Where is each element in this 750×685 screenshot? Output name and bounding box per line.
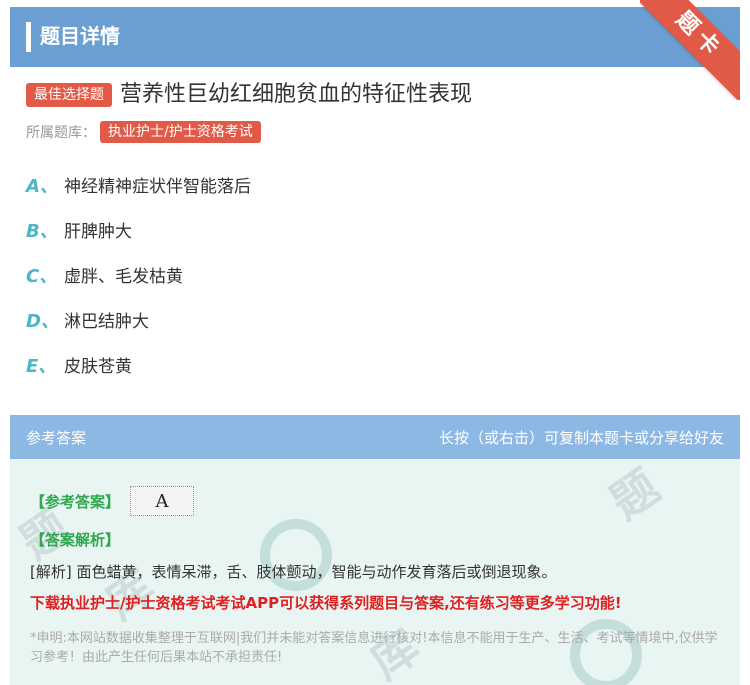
ribbon-label: 题卡	[640, 0, 740, 100]
option-text: 虚胖、毛发枯黄	[64, 267, 183, 287]
option-b[interactable]: B、 肝脾肿大	[26, 218, 251, 263]
option-letter: A、	[26, 176, 58, 197]
analysis-text: [解析] 面色蜡黄，表情呆滞，舌、肢体颤动，智能与动作发育落后或倒退现象。	[30, 563, 557, 581]
question-card: 题目详情 题卡 最佳选择题 营养性巨幼红细胞贫血的特征性表现 所属题库： 执业护…	[10, 0, 740, 685]
options-list: A、 神经精神症状伴智能落后 B、 肝脾肿大 C、 虚胖、毛发枯黄 D、 淋巴结…	[26, 173, 251, 398]
analysis-label: 【答案解析】	[30, 531, 121, 549]
answer-body: 题 库 题 库 【参考答案】 A 【答案解析】 [解析] 面色蜡黄，表情呆滞，舌…	[10, 459, 740, 685]
corner-ribbon: 题卡	[640, 0, 740, 100]
option-text: 神经精神症状伴智能落后	[64, 177, 251, 197]
option-letter: C、	[26, 266, 58, 287]
bank-tag[interactable]: 执业护士/护士资格考试	[100, 121, 261, 143]
header-accent-bar	[26, 22, 31, 52]
option-c[interactable]: C、 虚胖、毛发枯黄	[26, 263, 251, 308]
header-bar: 题目详情	[10, 7, 740, 67]
reference-answer-value: A	[130, 486, 195, 516]
question-type-tag: 最佳选择题	[26, 83, 112, 107]
option-text: 淋巴结肿大	[64, 312, 149, 332]
question-row: 最佳选择题 营养性巨幼红细胞贫血的特征性表现	[26, 80, 472, 110]
reference-answer-label: 【参考答案】	[30, 492, 121, 511]
answer-bar-title: 参考答案	[26, 429, 87, 447]
answer-bar: 参考答案 长按（或右击）可复制本题卡或分享给好友	[10, 415, 740, 459]
share-hint: 长按（或右击）可复制本题卡或分享给好友	[438, 429, 724, 447]
option-letter: D、	[26, 311, 59, 332]
disclaimer-text: *申明:本网站数据收集整理于互联网|我们并未能对答案信息进行核对!本信息不能用于…	[30, 631, 718, 665]
download-promo-link[interactable]: 下载执业护士/护士资格考试考试APP可以获得系列题目与答案,还有练习等更多学习功…	[30, 592, 622, 614]
option-letter: B、	[26, 221, 58, 242]
page-title: 题目详情	[40, 24, 120, 48]
option-a[interactable]: A、 神经精神症状伴智能落后	[26, 173, 251, 218]
question-title: 营养性巨幼红细胞贫血的特征性表现	[120, 82, 473, 107]
reference-answer-row: 【参考答案】 A	[30, 486, 195, 516]
option-letter: E、	[26, 356, 57, 377]
option-e[interactable]: E、 皮肤苍黄	[26, 353, 251, 398]
option-text: 皮肤苍黄	[64, 357, 132, 377]
option-d[interactable]: D、 淋巴结肿大	[26, 308, 251, 353]
question-bank-row: 所属题库： 执业护士/护士资格考试	[26, 121, 261, 143]
option-text: 肝脾肿大	[64, 222, 132, 242]
bank-label: 所属题库：	[26, 125, 96, 141]
watermark-icon: 题	[600, 459, 670, 530]
